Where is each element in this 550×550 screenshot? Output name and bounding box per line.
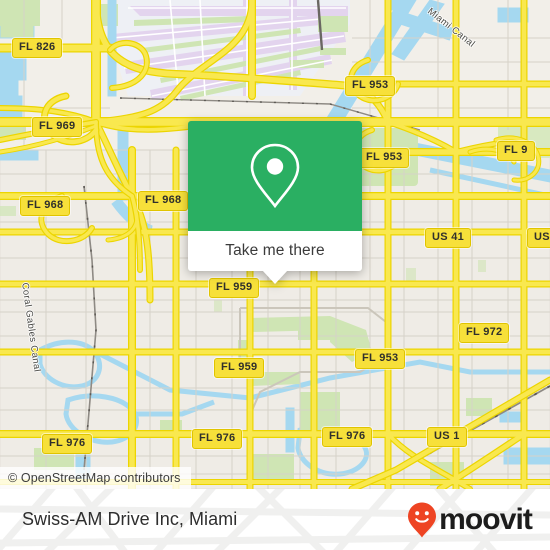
road-shield: FL 976 xyxy=(42,434,93,454)
location-popup[interactable]: Take me there xyxy=(188,121,362,284)
map-canvas[interactable]: FL 826 FL 953 FL 969 FL 953 FL 9 FL 968 FL 968… xyxy=(0,0,550,489)
road-shield: US 1 xyxy=(427,427,467,447)
road-shield: FL 9 xyxy=(497,141,535,161)
road-shield: FL 972 xyxy=(459,323,510,343)
popup-marker-panel xyxy=(188,121,362,231)
footer-bar: Swiss-AM Drive Inc, Miami moovit xyxy=(0,489,550,550)
location-title: Swiss-AM Drive Inc, Miami xyxy=(22,509,238,529)
road-shield: FL 953 xyxy=(355,349,406,369)
road-shield: FL 968 xyxy=(20,196,71,216)
road-shield: FL 826 xyxy=(12,38,63,58)
map-attribution[interactable]: © OpenStreetMap contributors xyxy=(0,467,191,489)
take-me-there-label: Take me there xyxy=(225,242,325,259)
road-shield: US 41 xyxy=(425,228,472,248)
moovit-logo[interactable]: moovit xyxy=(407,502,533,538)
road-shield: FL 959 xyxy=(214,358,265,378)
road-shield: FL 953 xyxy=(345,76,396,96)
map-pin-icon xyxy=(250,143,300,209)
attribution-text: © OpenStreetMap contributors xyxy=(8,471,181,485)
road-shield: FL 953 xyxy=(359,148,410,168)
popup-tail xyxy=(262,270,288,284)
road-shield: FL 976 xyxy=(322,427,373,447)
road-shield: FL 969 xyxy=(32,117,83,137)
road-shield: FL 968 xyxy=(138,191,189,211)
road-shield: FL 976 xyxy=(192,429,243,449)
popup-action[interactable]: Take me there xyxy=(188,231,362,284)
moovit-location-card: FL 826 FL 953 FL 969 FL 953 FL 9 FL 968 FL 968… xyxy=(0,0,550,550)
road-shield: US 4 xyxy=(527,228,550,248)
moovit-wordmark: moovit xyxy=(439,502,533,536)
road-shield: FL 959 xyxy=(209,278,260,298)
moovit-smiley-pin-icon xyxy=(408,502,437,537)
